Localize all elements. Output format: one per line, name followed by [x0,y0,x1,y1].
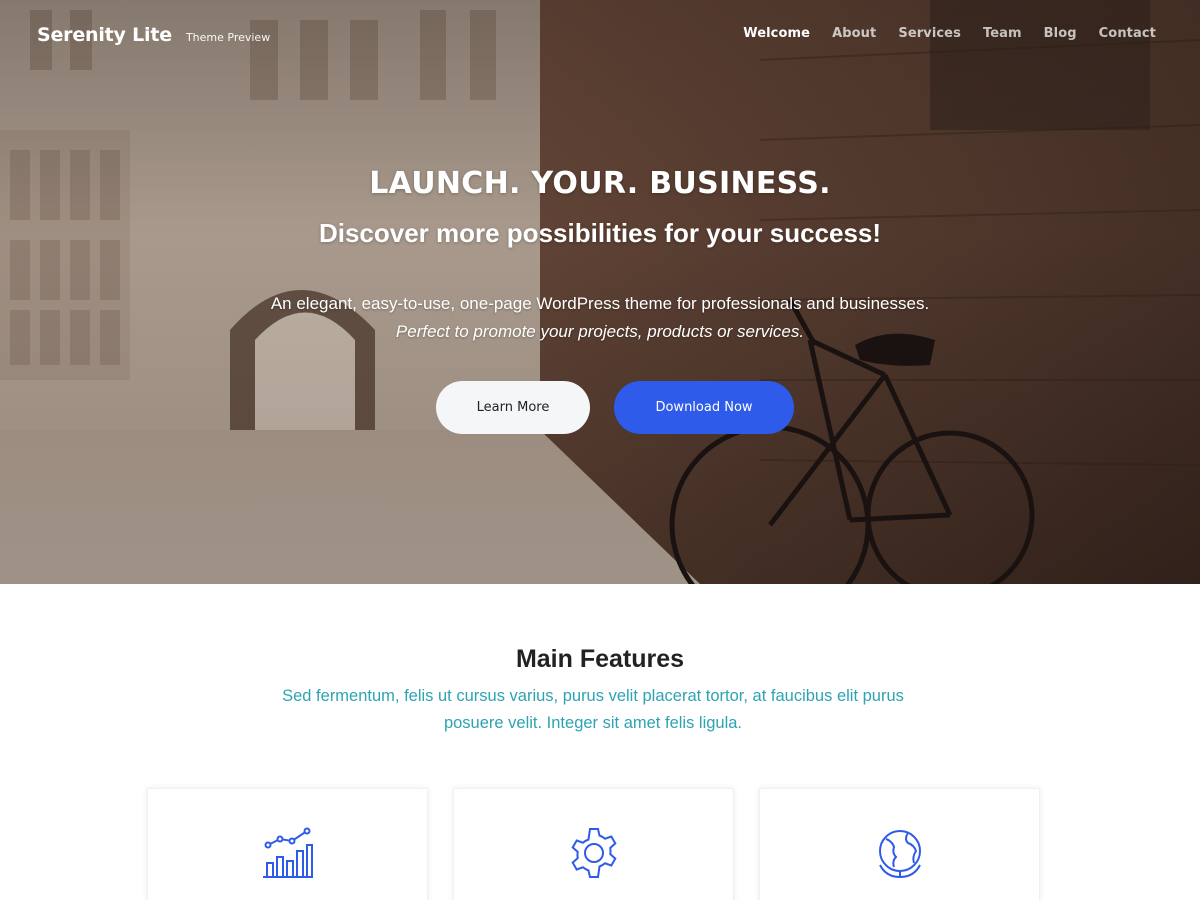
download-now-button[interactable]: Download Now [614,381,794,434]
nav-item-welcome[interactable]: Welcome [743,26,810,41]
chart-icon [262,827,313,878]
site-tagline: Theme Preview [185,31,271,44]
gear-icon [570,828,617,878]
feature-card [759,788,1040,900]
hero-section: Serenity Lite Theme Preview Welcome Abou… [0,0,1200,584]
main-nav: Welcome About Services Team Blog Contact [721,26,1156,41]
feature-card [453,788,734,900]
hero-description-italic: Perfect to promote your projects, produc… [395,322,805,341]
site-title-link[interactable]: Serenity Lite [37,24,172,46]
globe-icon [878,830,921,879]
nav-item-contact[interactable]: Contact [1099,26,1156,41]
brand: Serenity Lite Theme Preview [37,24,270,46]
site-header: Serenity Lite Theme Preview Welcome Abou… [0,0,1200,70]
hero-content: LAUNCH. YOUR. BUSINESS. Discover more po… [0,0,1200,584]
nav-item-services[interactable]: Services [898,26,961,41]
features-description: Sed fermentum, felis ut cursus varius, p… [282,687,904,732]
hero-description-text: An elegant, easy-to-use, one-page WordPr… [270,294,930,313]
feature-card [147,788,428,900]
learn-more-button[interactable]: Learn More [436,381,590,434]
hero-subtitle: Discover more possibilities for your suc… [318,218,882,248]
nav-item-team[interactable]: Team [983,26,1022,41]
hero-title: LAUNCH. YOUR. BUSINESS. [369,166,831,201]
nav-item-about[interactable]: About [832,26,876,41]
hero-description: An elegant, easy-to-use, one-page WordPr… [0,290,1200,346]
features-title: Main Features [515,645,685,673]
nav-item-blog[interactable]: Blog [1044,26,1077,41]
